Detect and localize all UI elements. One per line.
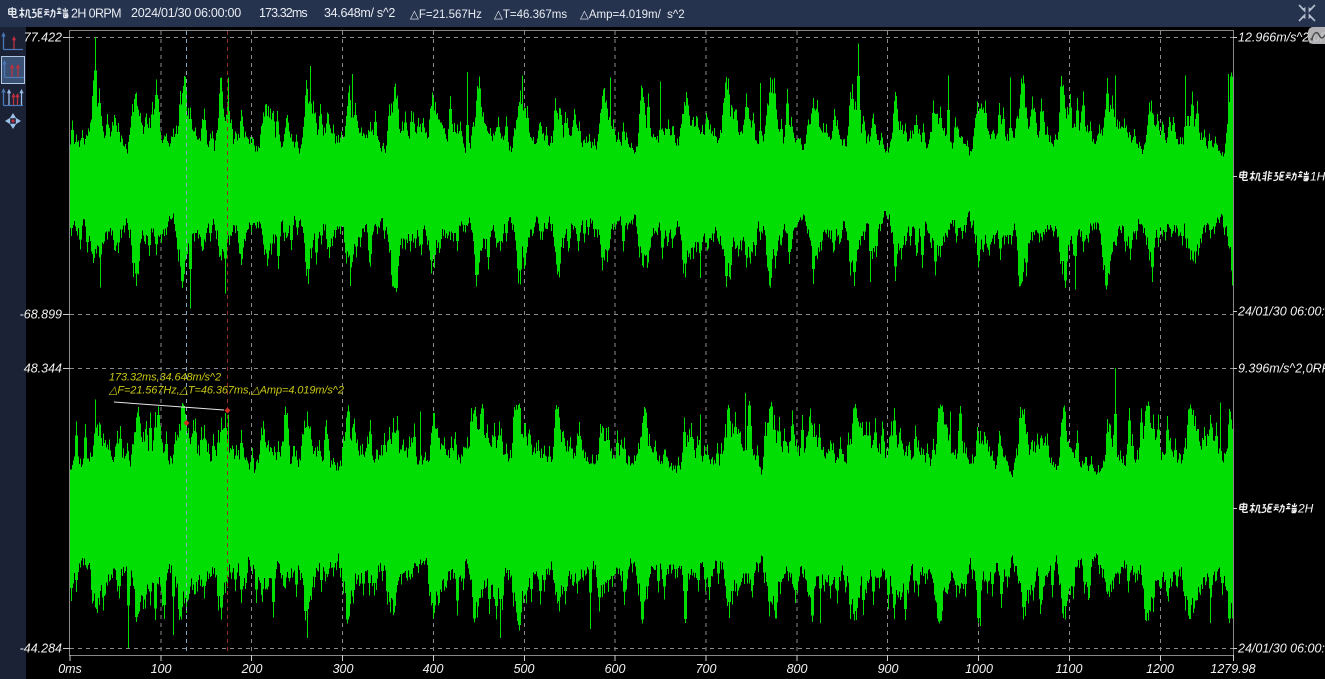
svg-text:48.344: 48.344: [24, 362, 62, 376]
svg-text:0ms: 0ms: [58, 662, 82, 676]
svg-text:1279.98: 1279.98: [1210, 662, 1255, 676]
svg-text:500: 500: [514, 662, 535, 676]
svg-text:24/01/30 06:00:00: 24/01/30 06:00:00: [1237, 642, 1325, 656]
svg-text:-44.284: -44.284: [20, 642, 62, 656]
svg-text:1H: 1H: [1310, 170, 1325, 184]
svg-text:-68.899: -68.899: [20, 308, 62, 322]
svg-text:100: 100: [151, 662, 172, 676]
svg-text:24/01/30 06:00:00: 24/01/30 06:00:00: [1237, 305, 1325, 319]
svg-text:1200: 1200: [1146, 662, 1174, 676]
svg-text:700: 700: [696, 662, 717, 676]
svg-text:600: 600: [605, 662, 626, 676]
svg-text:2H: 2H: [1297, 502, 1314, 516]
svg-text:1000: 1000: [965, 662, 993, 676]
svg-text:200: 200: [241, 662, 263, 676]
svg-text:173.32ms,34.648m/s^2: 173.32ms,34.648m/s^2: [109, 372, 221, 384]
svg-text:800: 800: [787, 662, 808, 676]
svg-text:77.422: 77.422: [24, 31, 62, 45]
svg-text:△F=21.567Hz,△T=46.367ms,△Amp=4: △F=21.567Hz,△T=46.367ms,△Amp=4.019m/s^2: [108, 385, 344, 397]
svg-text:900: 900: [878, 662, 899, 676]
svg-text:400: 400: [423, 662, 444, 676]
svg-text:1100: 1100: [1056, 662, 1083, 676]
svg-text:9.396m/s^2,0RPM: 9.396m/s^2,0RPM: [1238, 362, 1325, 376]
svg-text:300: 300: [333, 662, 354, 676]
